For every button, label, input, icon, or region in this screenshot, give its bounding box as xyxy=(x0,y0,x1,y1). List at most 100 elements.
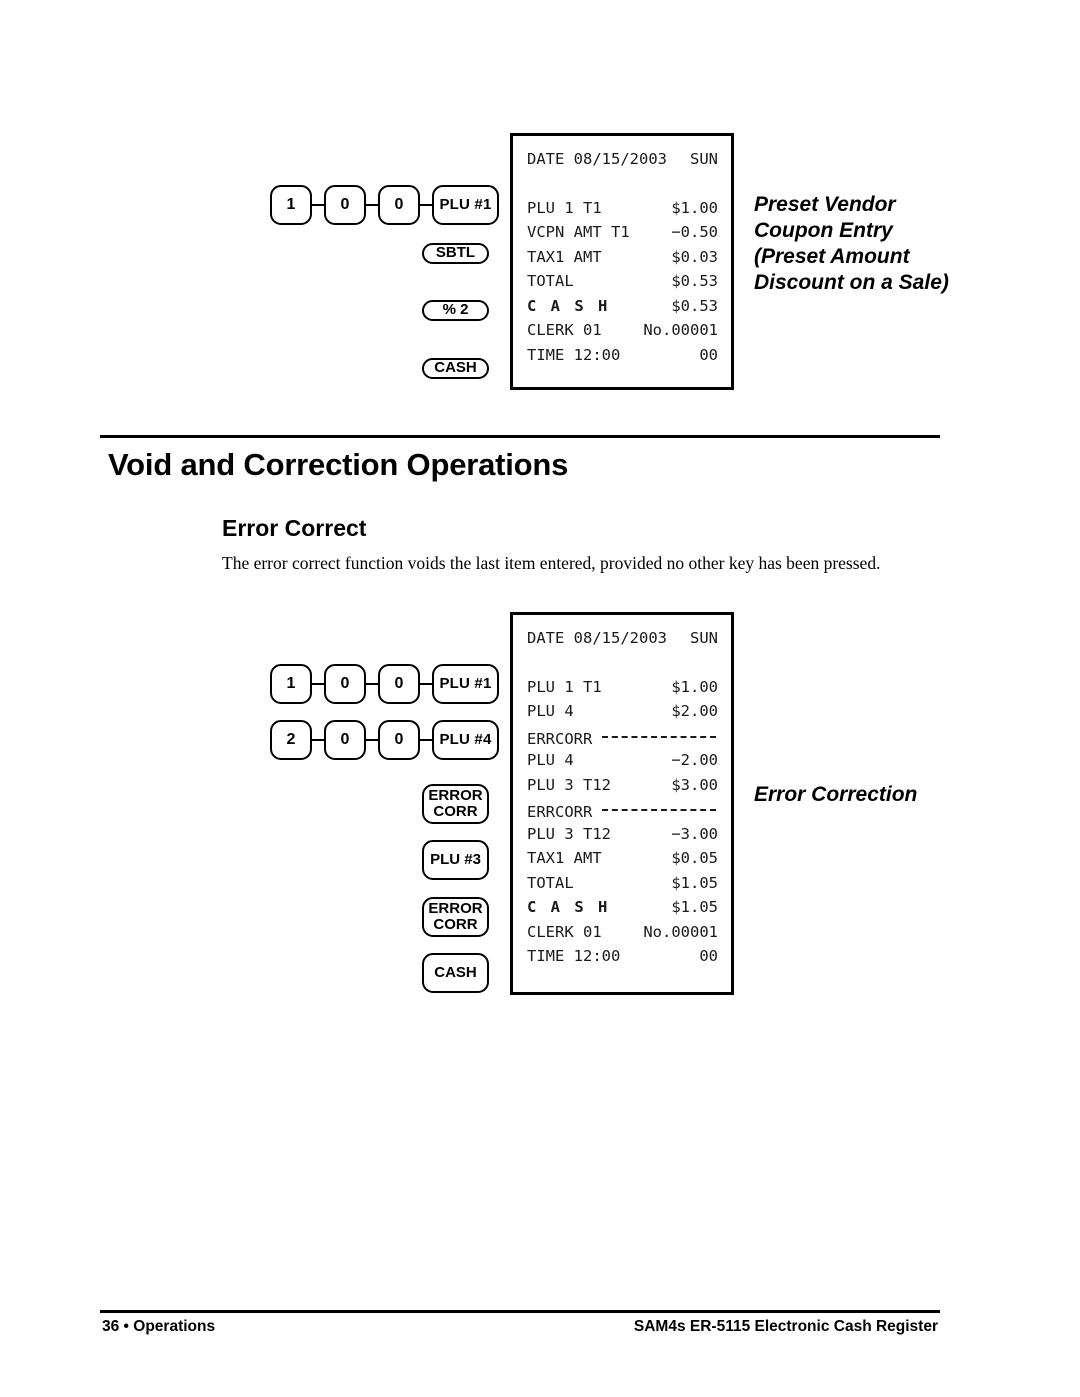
receipt-coupon-entry: DATE 08/15/2003 SUN PLU 1 T1 $1.00 VCPN … xyxy=(510,133,734,390)
receipt-line-cash: C A S H $1.05 xyxy=(527,898,718,923)
receipt-line-amount: −0.50 xyxy=(671,223,718,241)
key-connector xyxy=(312,682,324,686)
page-title: Void and Correction Operations xyxy=(108,447,569,482)
key-label: % 2 xyxy=(442,301,469,318)
receipt-spacer xyxy=(527,175,718,199)
key-label-line1: PLU #3 xyxy=(430,850,481,868)
receipt-line-errcorr: ERRCORR xyxy=(527,727,718,752)
receipt-line-amount: $0.53 xyxy=(671,272,718,290)
key-digit-1[interactable]: 1 xyxy=(270,185,312,225)
receipt-line-label: DATE 08/15/2003 xyxy=(527,629,667,647)
caption-line: Discount on a Sale) xyxy=(754,271,949,294)
receipt-line-item: PLU 1 T1 $1.00 xyxy=(527,199,718,224)
key-digit-2[interactable]: 0 xyxy=(324,720,366,760)
key-digit-3[interactable]: 0 xyxy=(378,720,420,760)
receipt-line-label: CLERK 01 xyxy=(527,321,602,339)
receipt-line-item: PLU 3 T12 $3.00 xyxy=(527,776,718,801)
receipt-line-label: VCPN AMT T1 xyxy=(527,223,630,241)
footer-divider xyxy=(100,1310,940,1313)
key-row-2: 2 0 0 PLU #4 xyxy=(270,720,499,760)
receipt-line-amount: $1.05 xyxy=(671,873,718,892)
key-percent-2[interactable]: % 2 xyxy=(422,300,489,321)
receipt-line-amount: −2.00 xyxy=(671,751,718,769)
receipt-line-time: TIME 12:00 00 xyxy=(527,947,718,972)
key-connector xyxy=(420,682,432,686)
receipt-line-label: PLU 3 T12 xyxy=(527,824,611,843)
receipt-line-amount: 00 xyxy=(699,947,718,965)
key-digit-2[interactable]: 0 xyxy=(324,185,366,225)
receipt-line-label: PLU 1 T1 xyxy=(527,677,602,696)
receipt-line-date: DATE 08/15/2003 SUN xyxy=(527,629,718,654)
key-plu-3[interactable]: PLU #3 xyxy=(422,840,489,880)
receipt-line-label: C A S H xyxy=(527,296,610,315)
receipt-line-label: TIME 12:00 xyxy=(527,947,621,965)
key-row-1: 1 0 0 PLU #1 xyxy=(270,185,499,225)
key-error-corr-2[interactable]: ERROR CORR xyxy=(422,897,489,937)
key-digit-1[interactable]: 2 xyxy=(270,720,312,760)
receipt-line-label: ERRCORR xyxy=(527,803,593,822)
key-cash[interactable]: CASH xyxy=(422,358,489,379)
receipt-line-item: PLU 1 T1 $1.00 xyxy=(527,678,718,703)
caption-error-correction: Error Correction xyxy=(754,783,918,806)
receipt-line-label: C A S H xyxy=(527,898,610,916)
receipt-line-amount: $3.00 xyxy=(671,775,718,794)
receipt-line-amount: $0.53 xyxy=(671,296,718,315)
footer-left: 36 • Operations xyxy=(102,1318,216,1335)
receipt-dash-rule xyxy=(602,809,716,812)
key-connector xyxy=(420,203,432,207)
receipt-line-label: TOTAL xyxy=(527,873,574,892)
key-digit-2[interactable]: 0 xyxy=(324,664,366,704)
key-error-corr-1[interactable]: ERROR CORR xyxy=(422,784,489,824)
receipt-line-clerk: CLERK 01 No.00001 xyxy=(527,923,718,948)
receipt-line-total: TOTAL $0.53 xyxy=(527,272,718,297)
receipt-line-amount: No.00001 xyxy=(643,922,718,941)
key-plu-1[interactable]: PLU #1 xyxy=(432,664,499,704)
key-plu-1[interactable]: PLU #1 xyxy=(432,185,499,225)
key-sbtl[interactable]: SBTL xyxy=(422,243,489,264)
receipt-line-total: TOTAL $1.05 xyxy=(527,874,718,899)
key-connector xyxy=(420,738,432,742)
key-label-line2: CORR xyxy=(433,803,478,820)
receipt-line-amount: $1.05 xyxy=(671,898,718,916)
receipt-line-item: PLU 4 −2.00 xyxy=(527,751,718,776)
key-digit-1[interactable]: 1 xyxy=(270,664,312,704)
receipt-line-amount: $1.00 xyxy=(671,198,718,217)
key-connector xyxy=(366,738,378,742)
section-body-text: The error correct function voids the las… xyxy=(222,553,881,573)
receipt-line-label: PLU 4 xyxy=(527,751,574,769)
heading-divider xyxy=(100,435,940,438)
receipt-line-amount: −3.00 xyxy=(671,824,718,843)
receipt-line-label: CLERK 01 xyxy=(527,922,602,941)
receipt-line-label: PLU 1 T1 xyxy=(527,198,602,217)
receipt-line-clerk: CLERK 01 No.00001 xyxy=(527,321,718,346)
footer-right: SAM4s ER-5115 Electronic Cash Register xyxy=(633,1318,938,1335)
receipt-line-time: TIME 12:00 00 xyxy=(527,346,718,371)
receipt-line-item: VCPN AMT T1 −0.50 xyxy=(527,223,718,248)
receipt-line-label: DATE 08/15/2003 xyxy=(527,150,667,168)
receipt-line-amount: $0.03 xyxy=(671,247,718,266)
caption-line: Preset Vendor xyxy=(754,193,896,216)
key-digit-3[interactable]: 0 xyxy=(378,664,420,704)
section-title-error-correct: Error Correct xyxy=(222,515,367,541)
receipt-line-date: DATE 08/15/2003 SUN xyxy=(527,150,718,175)
caption-line: Coupon Entry xyxy=(754,219,893,242)
key-plu-4[interactable]: PLU #4 xyxy=(432,720,499,760)
receipt-line-label: TOTAL xyxy=(527,272,574,290)
receipt-line-amount: SUN xyxy=(690,629,718,647)
receipt-line-amount: No.00001 xyxy=(643,321,718,339)
receipt-line-item: PLU 4 $2.00 xyxy=(527,702,718,727)
receipt-error-correction: DATE 08/15/2003 SUN PLU 1 T1 $1.00 PLU 4… xyxy=(510,612,734,995)
key-label-line2: CORR xyxy=(433,916,478,933)
receipt-line-label: TIME 12:00 xyxy=(527,345,621,364)
key-label: CASH xyxy=(434,359,477,376)
receipt-line-label: PLU 4 xyxy=(527,702,574,720)
key-cash[interactable]: CASH xyxy=(422,953,489,993)
receipt-line-errcorr: ERRCORR xyxy=(527,800,718,825)
receipt-dash-rule xyxy=(602,735,716,738)
key-label-line1: ERROR xyxy=(428,899,483,917)
receipt-line-item: TAX1 AMT $0.03 xyxy=(527,248,718,273)
receipt-line-item: PLU 3 T12 −3.00 xyxy=(527,825,718,850)
receipt-line-amount: $1.00 xyxy=(671,677,718,696)
key-digit-3[interactable]: 0 xyxy=(378,185,420,225)
receipt-line-amount: SUN xyxy=(690,150,718,168)
